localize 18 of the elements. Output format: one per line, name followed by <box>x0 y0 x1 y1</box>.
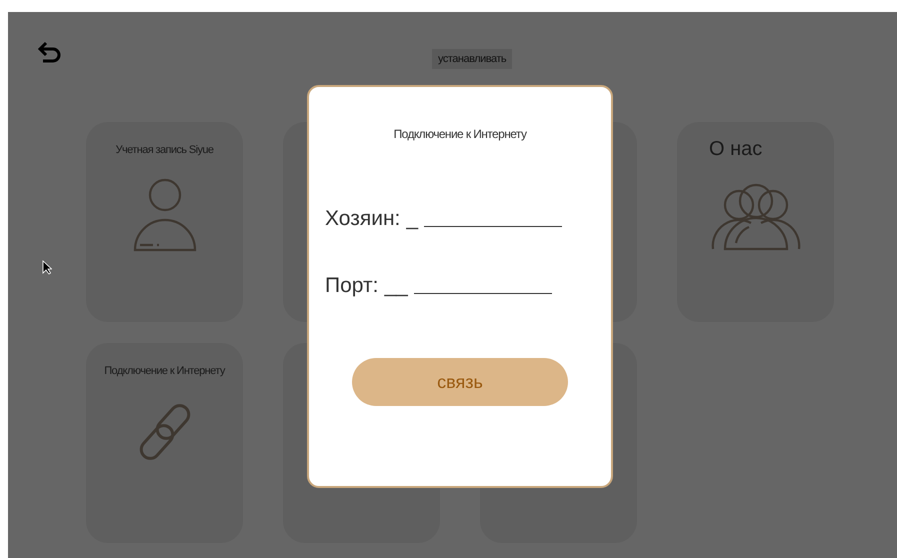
dialog-title: Подключение к Интернету <box>394 127 526 141</box>
settings-tile[interactable]: О нас <box>677 122 834 322</box>
back-arrow-icon <box>38 41 62 63</box>
field-label: Хозяин: <box>325 207 400 231</box>
connect-button[interactable]: связь <box>352 358 568 406</box>
tile-label: Учетная запись Siyue <box>116 144 214 156</box>
group-icon <box>710 183 800 251</box>
field-value: _ <box>406 207 418 231</box>
person-icon <box>132 178 196 252</box>
back-button[interactable] <box>38 41 62 63</box>
field-label: Порт: <box>325 274 378 298</box>
settings-tile[interactable]: Подключение к Интернету <box>86 343 243 543</box>
tile-label: О нас <box>709 138 762 161</box>
mouse-pointer-icon <box>42 260 52 275</box>
field-value: __ <box>384 274 408 298</box>
settings-tile[interactable]: Учетная запись Siyue <box>86 122 243 322</box>
page-title: устанавливать <box>432 49 512 69</box>
tile-label: Подключение к Интернету <box>104 365 225 377</box>
